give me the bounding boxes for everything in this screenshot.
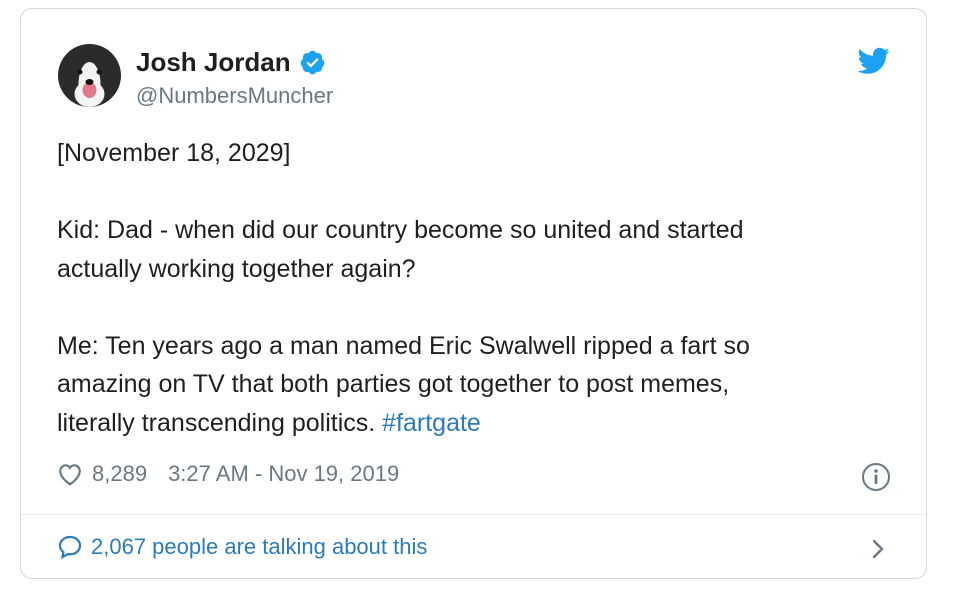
verified-badge-icon xyxy=(300,50,324,74)
tweet-text: [November 18, 2029] Kid: Dad - when did … xyxy=(57,134,897,442)
tweet-meta: 8,289 3:27 AM - Nov 19, 2019 xyxy=(57,461,399,487)
conversation-link[interactable]: 2,067 people are talking about this xyxy=(57,534,427,560)
divider xyxy=(21,514,926,515)
hashtag-link[interactable]: #fartgate xyxy=(382,409,481,437)
chevron-right-icon[interactable] xyxy=(870,537,886,561)
heart-icon[interactable] xyxy=(57,462,83,486)
twitter-bird-icon[interactable] xyxy=(858,47,890,75)
like-count[interactable]: 8,289 xyxy=(92,461,147,487)
tweet-card: Josh Jordan @NumbersMuncher [November 18… xyxy=(20,8,927,579)
speech-bubble-icon xyxy=(58,535,82,560)
tweet-body: [November 18, 2029] Kid: Dad - when did … xyxy=(57,139,750,437)
tweet-timestamp[interactable]: 3:27 AM - Nov 19, 2019 xyxy=(168,461,399,487)
avatar[interactable] xyxy=(58,44,121,107)
author-name-row[interactable]: Josh Jordan xyxy=(136,47,326,77)
info-icon[interactable] xyxy=(861,462,891,492)
conversation-label[interactable]: 2,067 people are talking about this xyxy=(91,534,427,560)
author-handle[interactable]: @NumbersMuncher xyxy=(136,82,333,110)
author-name[interactable]: Josh Jordan xyxy=(136,47,291,77)
